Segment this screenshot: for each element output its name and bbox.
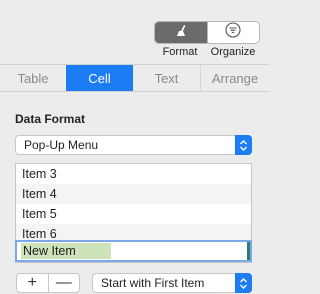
edit-cursor — [247, 242, 250, 260]
new-item-row — [15, 240, 252, 262]
popup-arrows-icon — [235, 273, 252, 293]
data-format-title: Data Format — [15, 112, 86, 126]
inspector-tabs: Table Cell Text Arrange — [0, 64, 269, 92]
remove-item-button[interactable]: — — [47, 274, 80, 292]
tab-arrange[interactable]: Arrange — [200, 65, 269, 91]
list-item[interactable]: Item 3 — [16, 164, 251, 184]
paintbrush-icon — [173, 22, 189, 43]
add-remove-control: + — — [16, 273, 80, 293]
data-format-popup[interactable]: Pop-Up Menu — [15, 135, 252, 155]
list-item[interactable]: Item 5 — [16, 204, 251, 224]
tab-text[interactable]: Text — [133, 65, 200, 91]
tab-table[interactable]: Table — [0, 65, 66, 91]
add-item-button[interactable]: + — [17, 274, 48, 292]
start-with-popup[interactable]: Start with First Item — [92, 273, 252, 293]
organize-button[interactable] — [206, 22, 260, 43]
filter-icon — [225, 22, 241, 43]
list-item[interactable]: Item 4 — [16, 184, 251, 204]
data-format-value: Pop-Up Menu — [24, 138, 99, 152]
format-label: Format — [162, 46, 198, 58]
format-button[interactable] — [155, 22, 207, 43]
inspector-segmented-control — [154, 21, 260, 44]
popup-arrows-icon — [235, 135, 252, 155]
new-item-field[interactable] — [21, 243, 111, 259]
start-with-value: Start with First Item — [101, 276, 205, 290]
toolbar: Format Organize — [0, 0, 269, 64]
organize-label: Organize — [210, 46, 256, 58]
tab-cell[interactable]: Cell — [66, 65, 133, 91]
